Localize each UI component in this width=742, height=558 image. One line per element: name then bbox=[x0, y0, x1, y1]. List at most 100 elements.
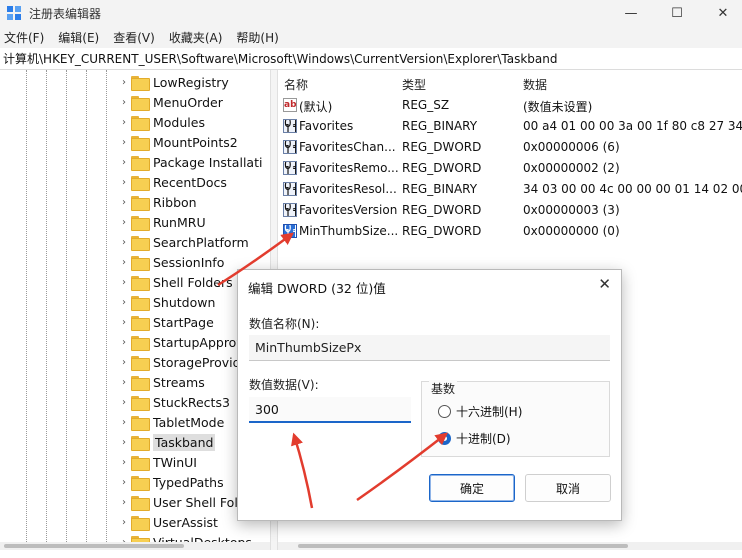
tree-item[interactable]: › MenuOrder bbox=[118, 92, 223, 112]
menu-edit[interactable]: 编辑(E) bbox=[58, 29, 99, 46]
chevron-right-icon[interactable]: › bbox=[118, 77, 130, 88]
tree-item-label: StuckRects3 bbox=[153, 394, 230, 410]
chevron-right-icon[interactable]: › bbox=[118, 157, 130, 168]
tree-item-label: Shell Folders bbox=[153, 274, 233, 290]
tree-item-label: Streams bbox=[153, 374, 205, 390]
minimize-button[interactable]: — bbox=[608, 0, 654, 26]
tree-item-label: TypedPaths bbox=[153, 474, 224, 490]
values-header: 名称 类型 数据 bbox=[278, 70, 742, 96]
tree-item-label: Shutdown bbox=[153, 294, 216, 310]
maximize-button[interactable]: ☐ bbox=[654, 0, 700, 26]
menu-help[interactable]: 帮助(H) bbox=[236, 29, 278, 46]
chevron-right-icon[interactable]: › bbox=[118, 337, 130, 348]
value-data-input[interactable]: 300 bbox=[249, 397, 411, 423]
folder-icon bbox=[131, 335, 150, 351]
chevron-right-icon[interactable]: › bbox=[118, 397, 130, 408]
chevron-right-icon[interactable]: › bbox=[118, 117, 130, 128]
value-row[interactable]: 011 110FavoritesRemo...REG_DWORD 0x000000… bbox=[278, 158, 742, 179]
column-header-data[interactable]: 数据 bbox=[523, 76, 547, 93]
tree-item[interactable]: › Ribbon bbox=[118, 192, 197, 212]
chevron-right-icon[interactable]: › bbox=[118, 277, 130, 288]
chevron-right-icon[interactable]: › bbox=[118, 437, 130, 448]
binary-value-icon: 011 110 bbox=[283, 182, 297, 196]
decimal-radio-circle[interactable] bbox=[438, 432, 451, 445]
tree-item[interactable]: › TypedPaths bbox=[118, 472, 224, 492]
folder-icon bbox=[131, 155, 150, 171]
folder-icon bbox=[131, 315, 150, 331]
tree-item[interactable]: › Shell Folders bbox=[118, 272, 233, 292]
menu-view[interactable]: 查看(V) bbox=[113, 29, 155, 46]
value-row[interactable]: ab (默认) REG_SZ (数值未设置) bbox=[278, 95, 742, 116]
tree-item[interactable]: › MountPoints2 bbox=[118, 132, 238, 152]
dialog-close-icon[interactable]: ✕ bbox=[598, 275, 611, 293]
chevron-right-icon[interactable]: › bbox=[118, 297, 130, 308]
close-button[interactable]: ✕ bbox=[700, 0, 742, 26]
menu-favorites[interactable]: 收藏夹(A) bbox=[169, 29, 223, 46]
tree-horizontal-scrollbar[interactable] bbox=[0, 542, 270, 550]
edit-dword-dialog: 编辑 DWORD (32 位)值 ✕ 数值名称(N): MinThumbSize… bbox=[237, 269, 622, 521]
tree-item[interactable]: › Package Installati bbox=[118, 152, 262, 172]
base-groupbox: 基数 十六进制(H) 十进制(D) bbox=[421, 380, 610, 457]
tree-item[interactable]: › User Shell Fold bbox=[118, 492, 246, 512]
value-data: 0x00000000 (0) bbox=[523, 224, 620, 238]
column-header-type[interactable]: 类型 bbox=[402, 76, 426, 93]
chevron-right-icon[interactable]: › bbox=[118, 357, 130, 368]
tree-item[interactable]: › StorageProvide bbox=[118, 352, 248, 372]
tree-item-label: RunMRU bbox=[153, 214, 206, 230]
folder-icon bbox=[131, 395, 150, 411]
chevron-right-icon[interactable]: › bbox=[118, 257, 130, 268]
tree-item[interactable]: › Streams bbox=[118, 372, 205, 392]
folder-icon bbox=[131, 195, 150, 211]
chevron-right-icon[interactable]: › bbox=[118, 417, 130, 428]
key-tree-pane: › LowRegistry › MenuOrder › Modules › MountPoin… bbox=[0, 70, 270, 550]
address-bar[interactable]: 计算机\HKEY_CURRENT_USER\Software\Microsoft… bbox=[0, 48, 742, 70]
tree-item[interactable]: › RunMRU bbox=[118, 212, 206, 232]
regedit-app-icon bbox=[7, 6, 21, 20]
column-header-name[interactable]: 名称 bbox=[284, 76, 308, 93]
chevron-right-icon[interactable]: › bbox=[118, 377, 130, 388]
value-name-field[interactable]: MinThumbSizePx bbox=[249, 335, 610, 361]
binary-value-icon: 011 110 bbox=[283, 119, 297, 133]
value-row[interactable]: 011 110Favorites REG_BINARY 00 a4 01 00 00… bbox=[278, 116, 742, 137]
tree-item[interactable]: › Taskband bbox=[118, 432, 216, 452]
folder-icon bbox=[131, 235, 150, 251]
chevron-right-icon[interactable]: › bbox=[118, 497, 130, 508]
chevron-right-icon[interactable]: › bbox=[118, 477, 130, 488]
menu-file[interactable]: 文件(F) bbox=[4, 29, 44, 46]
tree-item[interactable]: › TabletMode bbox=[118, 412, 224, 432]
tree-item[interactable]: › SearchPlatform bbox=[118, 232, 249, 252]
chevron-right-icon[interactable]: › bbox=[118, 137, 130, 148]
folder-icon bbox=[131, 435, 150, 451]
tree-item[interactable]: › UserAssist bbox=[118, 512, 218, 532]
tree-item[interactable]: › Modules bbox=[118, 112, 205, 132]
chevron-right-icon[interactable]: › bbox=[118, 237, 130, 248]
folder-icon bbox=[131, 295, 150, 311]
tree-item[interactable]: › StartupApprov bbox=[118, 332, 244, 352]
value-row[interactable]: 011 110FavoritesResol... REG_BINARY 34 03 … bbox=[278, 179, 742, 200]
tree-item[interactable]: › LowRegistry bbox=[118, 72, 229, 92]
tree-item[interactable]: › RecentDocs bbox=[118, 172, 227, 192]
chevron-right-icon[interactable]: › bbox=[118, 217, 130, 228]
value-row[interactable]: 011 110FavoritesVersion REG_DWORD 0x000000… bbox=[278, 200, 742, 221]
tree-item[interactable]: › StuckRects3 bbox=[118, 392, 230, 412]
values-horizontal-scrollbar[interactable] bbox=[278, 542, 742, 550]
decimal-radio[interactable]: 十进制(D) bbox=[438, 430, 511, 447]
value-row[interactable]: 011 110MinThumbSize...REG_DWORD 0x0000000… bbox=[278, 221, 742, 242]
folder-icon bbox=[131, 135, 150, 151]
hex-radio[interactable]: 十六进制(H) bbox=[438, 403, 522, 420]
chevron-right-icon[interactable]: › bbox=[118, 197, 130, 208]
tree-item[interactable]: › TWinUI bbox=[118, 452, 197, 472]
ok-button[interactable]: 确定 bbox=[429, 474, 515, 502]
chevron-right-icon[interactable]: › bbox=[118, 97, 130, 108]
cancel-button[interactable]: 取消 bbox=[525, 474, 611, 502]
chevron-right-icon[interactable]: › bbox=[118, 317, 130, 328]
hex-radio-circle[interactable] bbox=[438, 405, 451, 418]
chevron-right-icon[interactable]: › bbox=[118, 177, 130, 188]
chevron-right-icon[interactable]: › bbox=[118, 517, 130, 528]
tree-item[interactable]: › Shutdown bbox=[118, 292, 215, 312]
tree-item[interactable]: › SessionInfo bbox=[118, 252, 224, 272]
value-type: REG_SZ bbox=[402, 98, 450, 112]
value-row[interactable]: 011 110FavoritesChan... REG_DWORD 0x000000… bbox=[278, 137, 742, 158]
chevron-right-icon[interactable]: › bbox=[118, 457, 130, 468]
tree-item[interactable]: › StartPage bbox=[118, 312, 214, 332]
